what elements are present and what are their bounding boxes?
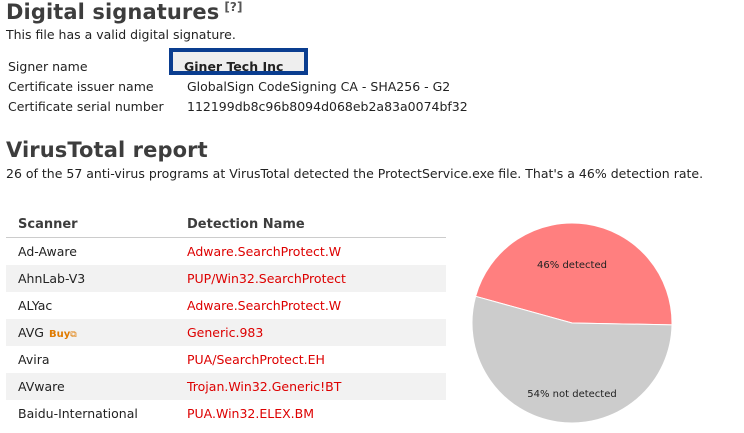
table-row: AVware Trojan.Win32.Generic!BT [6,373,446,400]
issuer-name-value: GlobalSign CodeSigning CA - SHA256 - G2 [187,79,451,94]
detection-name: Adware.SearchProtect.W [187,244,342,259]
scanner-name: Baidu-International [18,406,138,421]
digital-signatures-heading: Digital signatures [?] [6,0,243,24]
scanner-name: AVware [6,373,175,400]
serial-number-label: Certificate serial number [8,99,164,114]
scanner-name: Avira [18,352,50,367]
detection-name: PUA/SearchProtect.EH [187,352,325,367]
buy-link[interactable]: Buy [49,329,70,340]
detection-name: PUA.Win32.ELEX.BM [187,406,315,421]
table-row: Ad-Aware Adware.SearchProtect.W [6,238,446,266]
serial-number-value: 112199db8c96b8094d068eb2a83a0074bf32 [187,99,468,114]
help-link[interactable]: [?] [224,0,242,14]
scanner-table: Scanner Detection Name Ad-Aware Adware.S… [6,211,446,427]
detection-pie-chart: 46% detected 54% not detected [471,222,673,424]
scanner-column-header: Scanner [6,211,175,238]
table-row: AhnLab-V3 PUP/Win32.SearchProtect [6,265,446,292]
virustotal-heading: VirusTotal report [6,138,208,162]
external-link-icon[interactable]: ⧉ [70,330,76,340]
table-row: AVG Buy⧉ Generic.983 [6,319,446,346]
detection-name: Trojan.Win32.Generic!BT [175,373,446,400]
table-header-row: Scanner Detection Name [6,211,446,238]
detection-name: Generic.983 [175,319,446,346]
scanner-name: AVG [18,325,44,340]
table-row: Baidu-International PUA.Win32.ELEX.BM [6,400,446,427]
digital-signatures-title: Digital signatures [6,0,220,24]
detection-column-header: Detection Name [175,211,446,238]
detection-name: PUP/Win32.SearchProtect [175,265,446,292]
scanner-cell: AVG Buy⧉ [6,319,175,346]
pie-svg: 46% detected 54% not detected [471,222,673,424]
scanner-name: Ad-Aware [18,244,77,259]
pie-label-detected: 46% detected [537,260,607,271]
scanner-name: AhnLab-V3 [6,265,175,292]
pie-label-not-detected: 54% not detected [527,389,616,400]
signer-name-label: Signer name [8,59,88,74]
table-row: ALYac Adware.SearchProtect.W [6,292,446,319]
detection-name: Adware.SearchProtect.W [187,298,342,313]
table-row: Avira PUA/SearchProtect.EH [6,346,446,373]
signature-status: This file has a valid digital signature. [6,27,236,42]
signer-name-value: Giner Tech Inc [184,59,284,74]
virustotal-summary: 26 of the 57 anti-virus programs at Viru… [6,166,704,181]
scanner-name: ALYac [18,298,53,313]
issuer-name-label: Certificate issuer name [8,79,154,94]
